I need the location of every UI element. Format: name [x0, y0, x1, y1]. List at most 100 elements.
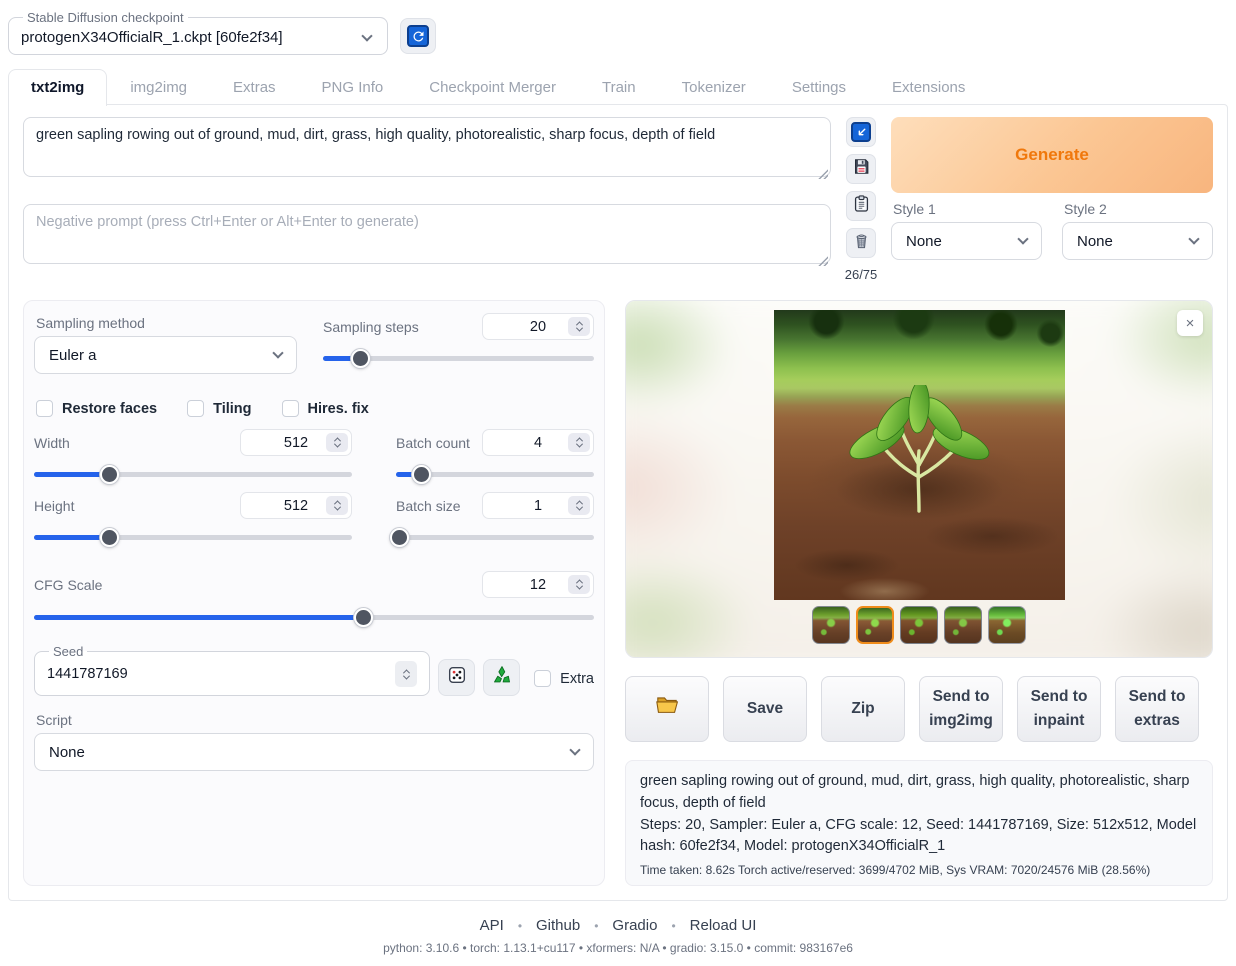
save-style-button[interactable]	[846, 154, 876, 184]
generate-button[interactable]: Generate	[891, 117, 1213, 193]
send-to-extras-button[interactable]: Send to extras	[1115, 676, 1199, 742]
zip-button[interactable]: Zip	[821, 676, 905, 742]
clear-prompt-button[interactable]	[846, 228, 876, 258]
slider-handle[interactable]	[100, 528, 119, 547]
gallery-thumbnail-5[interactable]	[988, 606, 1026, 644]
seed-label: Seed	[49, 644, 87, 659]
style1-select[interactable]: None	[891, 222, 1042, 260]
script-select[interactable]: None	[34, 733, 594, 771]
tab-checkpoint-merger[interactable]: Checkpoint Merger	[406, 69, 579, 105]
slider-handle[interactable]	[354, 608, 373, 627]
checkpoint-label: Stable Diffusion checkpoint	[23, 10, 188, 25]
style2-label: Style 2	[1064, 201, 1213, 217]
checkbox-box[interactable]	[187, 400, 204, 417]
info-performance: Time taken: 8.62s Torch active/reserved:…	[640, 863, 1198, 877]
send-to-inpaint-button[interactable]: Send to inpaint	[1017, 676, 1101, 742]
arrow-down-left-icon	[851, 122, 871, 142]
prompt-input[interactable]: green sapling rowing out of ground, mud,…	[23, 117, 831, 177]
tab-extensions[interactable]: Extensions	[869, 69, 988, 105]
slider-handle[interactable]	[100, 465, 119, 484]
batch-size-slider[interactable]	[396, 528, 594, 546]
tab-png-info[interactable]: PNG Info	[299, 69, 407, 105]
footer-link-reload-ui[interactable]: Reload UI	[690, 917, 757, 934]
number-spinner[interactable]	[568, 317, 590, 336]
number-spinner[interactable]	[568, 496, 590, 515]
checkbox-box[interactable]	[36, 400, 53, 417]
batch-count-slider[interactable]	[396, 465, 594, 483]
result-actions: Save Zip Send to img2img Send to inpaint…	[625, 676, 1213, 742]
cfg-scale-slider[interactable]	[34, 608, 594, 626]
token-counter: 26/75	[845, 267, 878, 282]
close-gallery-button[interactable]: ×	[1177, 310, 1203, 336]
width-slider[interactable]	[34, 465, 352, 483]
number-spinner[interactable]	[326, 496, 348, 515]
trash-icon	[852, 231, 871, 255]
gallery-thumbnail-4[interactable]	[944, 606, 982, 644]
height-slider[interactable]	[34, 528, 352, 546]
info-gen-params: Steps: 20, Sampler: Euler a, CFG scale: …	[640, 815, 1198, 859]
gallery-thumbnail-3[interactable]	[900, 606, 938, 644]
extra-seed-checkbox[interactable]: Extra	[534, 670, 594, 687]
width-label: Width	[34, 435, 70, 451]
sampling-steps-label: Sampling steps	[323, 319, 419, 335]
chevron-down-icon	[1188, 233, 1199, 244]
chevron-down-icon	[272, 347, 283, 358]
info-prompt-text: green sapling rowing out of ground, mud,…	[640, 771, 1198, 815]
seed-field[interactable]: Seed 1441787169	[34, 644, 430, 696]
footer-link-gradio[interactable]: Gradio	[612, 917, 657, 934]
checkpoint-value: protogenX34OfficialR_1.ckpt [60fe2f34]	[21, 29, 283, 46]
number-spinner[interactable]	[568, 433, 590, 452]
number-spinner[interactable]	[568, 575, 590, 594]
tiling-checkbox[interactable]: Tiling	[187, 400, 251, 417]
sapling-illustration	[829, 385, 1009, 515]
batch-size-input[interactable]: 1	[482, 492, 594, 519]
result-gallery: ×	[625, 300, 1213, 658]
sampling-steps-input[interactable]: 20	[482, 313, 594, 340]
footer-link-api[interactable]: API	[480, 917, 504, 934]
tab-txt2img[interactable]: txt2img	[8, 69, 107, 106]
generated-image-preview[interactable]	[774, 310, 1065, 600]
slider-handle[interactable]	[390, 528, 409, 547]
height-input[interactable]: 512	[240, 492, 352, 519]
apply-style-button[interactable]	[846, 191, 876, 221]
checkpoint-select[interactable]: Stable Diffusion checkpoint protogenX34O…	[8, 10, 388, 55]
reuse-seed-button[interactable]	[483, 659, 520, 696]
cfg-scale-input[interactable]: 12	[482, 571, 594, 598]
slider-handle[interactable]	[412, 465, 431, 484]
open-folder-button[interactable]	[625, 676, 709, 742]
number-spinner[interactable]	[326, 433, 348, 452]
tab-tokenizer[interactable]: Tokenizer	[659, 69, 769, 105]
read-parameters-button[interactable]	[846, 117, 876, 147]
restore-faces-checkbox[interactable]: Restore faces	[36, 400, 157, 417]
gallery-thumbnail-1[interactable]	[812, 606, 850, 644]
width-input[interactable]: 512	[240, 429, 352, 456]
sd-webui-page: Stable Diffusion checkpoint protogenX34O…	[0, 0, 1236, 966]
save-image-button[interactable]: Save	[723, 676, 807, 742]
main-tabs: txt2img img2img Extras PNG Info Checkpoi…	[8, 69, 1228, 105]
floppy-disk-icon	[852, 157, 871, 181]
sampling-steps-slider[interactable]	[323, 349, 594, 367]
send-to-img2img-button[interactable]: Send to img2img	[919, 676, 1003, 742]
batch-size-label: Batch size	[396, 498, 461, 514]
tab-settings[interactable]: Settings	[769, 69, 869, 105]
sampling-method-select[interactable]: Euler a	[34, 336, 297, 374]
tab-train[interactable]: Train	[579, 69, 659, 105]
footer-link-github[interactable]: Github	[536, 917, 580, 934]
sampling-method-label: Sampling method	[36, 315, 297, 331]
batch-count-input[interactable]: 4	[482, 429, 594, 456]
checkpoint-bar: Stable Diffusion checkpoint protogenX34O…	[8, 10, 1228, 55]
chevron-down-icon	[361, 30, 372, 41]
refresh-icon	[407, 25, 429, 47]
gallery-thumbnail-2-selected[interactable]	[856, 606, 894, 644]
hires-fix-checkbox[interactable]: Hires. fix	[282, 400, 369, 417]
slider-handle[interactable]	[351, 349, 370, 368]
negative-prompt-input[interactable]	[23, 204, 831, 264]
tab-extras[interactable]: Extras	[210, 69, 299, 105]
checkbox-box[interactable]	[534, 670, 551, 687]
checkbox-box[interactable]	[282, 400, 299, 417]
number-spinner[interactable]	[395, 661, 417, 687]
tab-img2img[interactable]: img2img	[107, 69, 210, 105]
random-seed-button[interactable]	[438, 659, 475, 696]
style2-select[interactable]: None	[1062, 222, 1213, 260]
refresh-checkpoint-button[interactable]	[400, 18, 436, 54]
